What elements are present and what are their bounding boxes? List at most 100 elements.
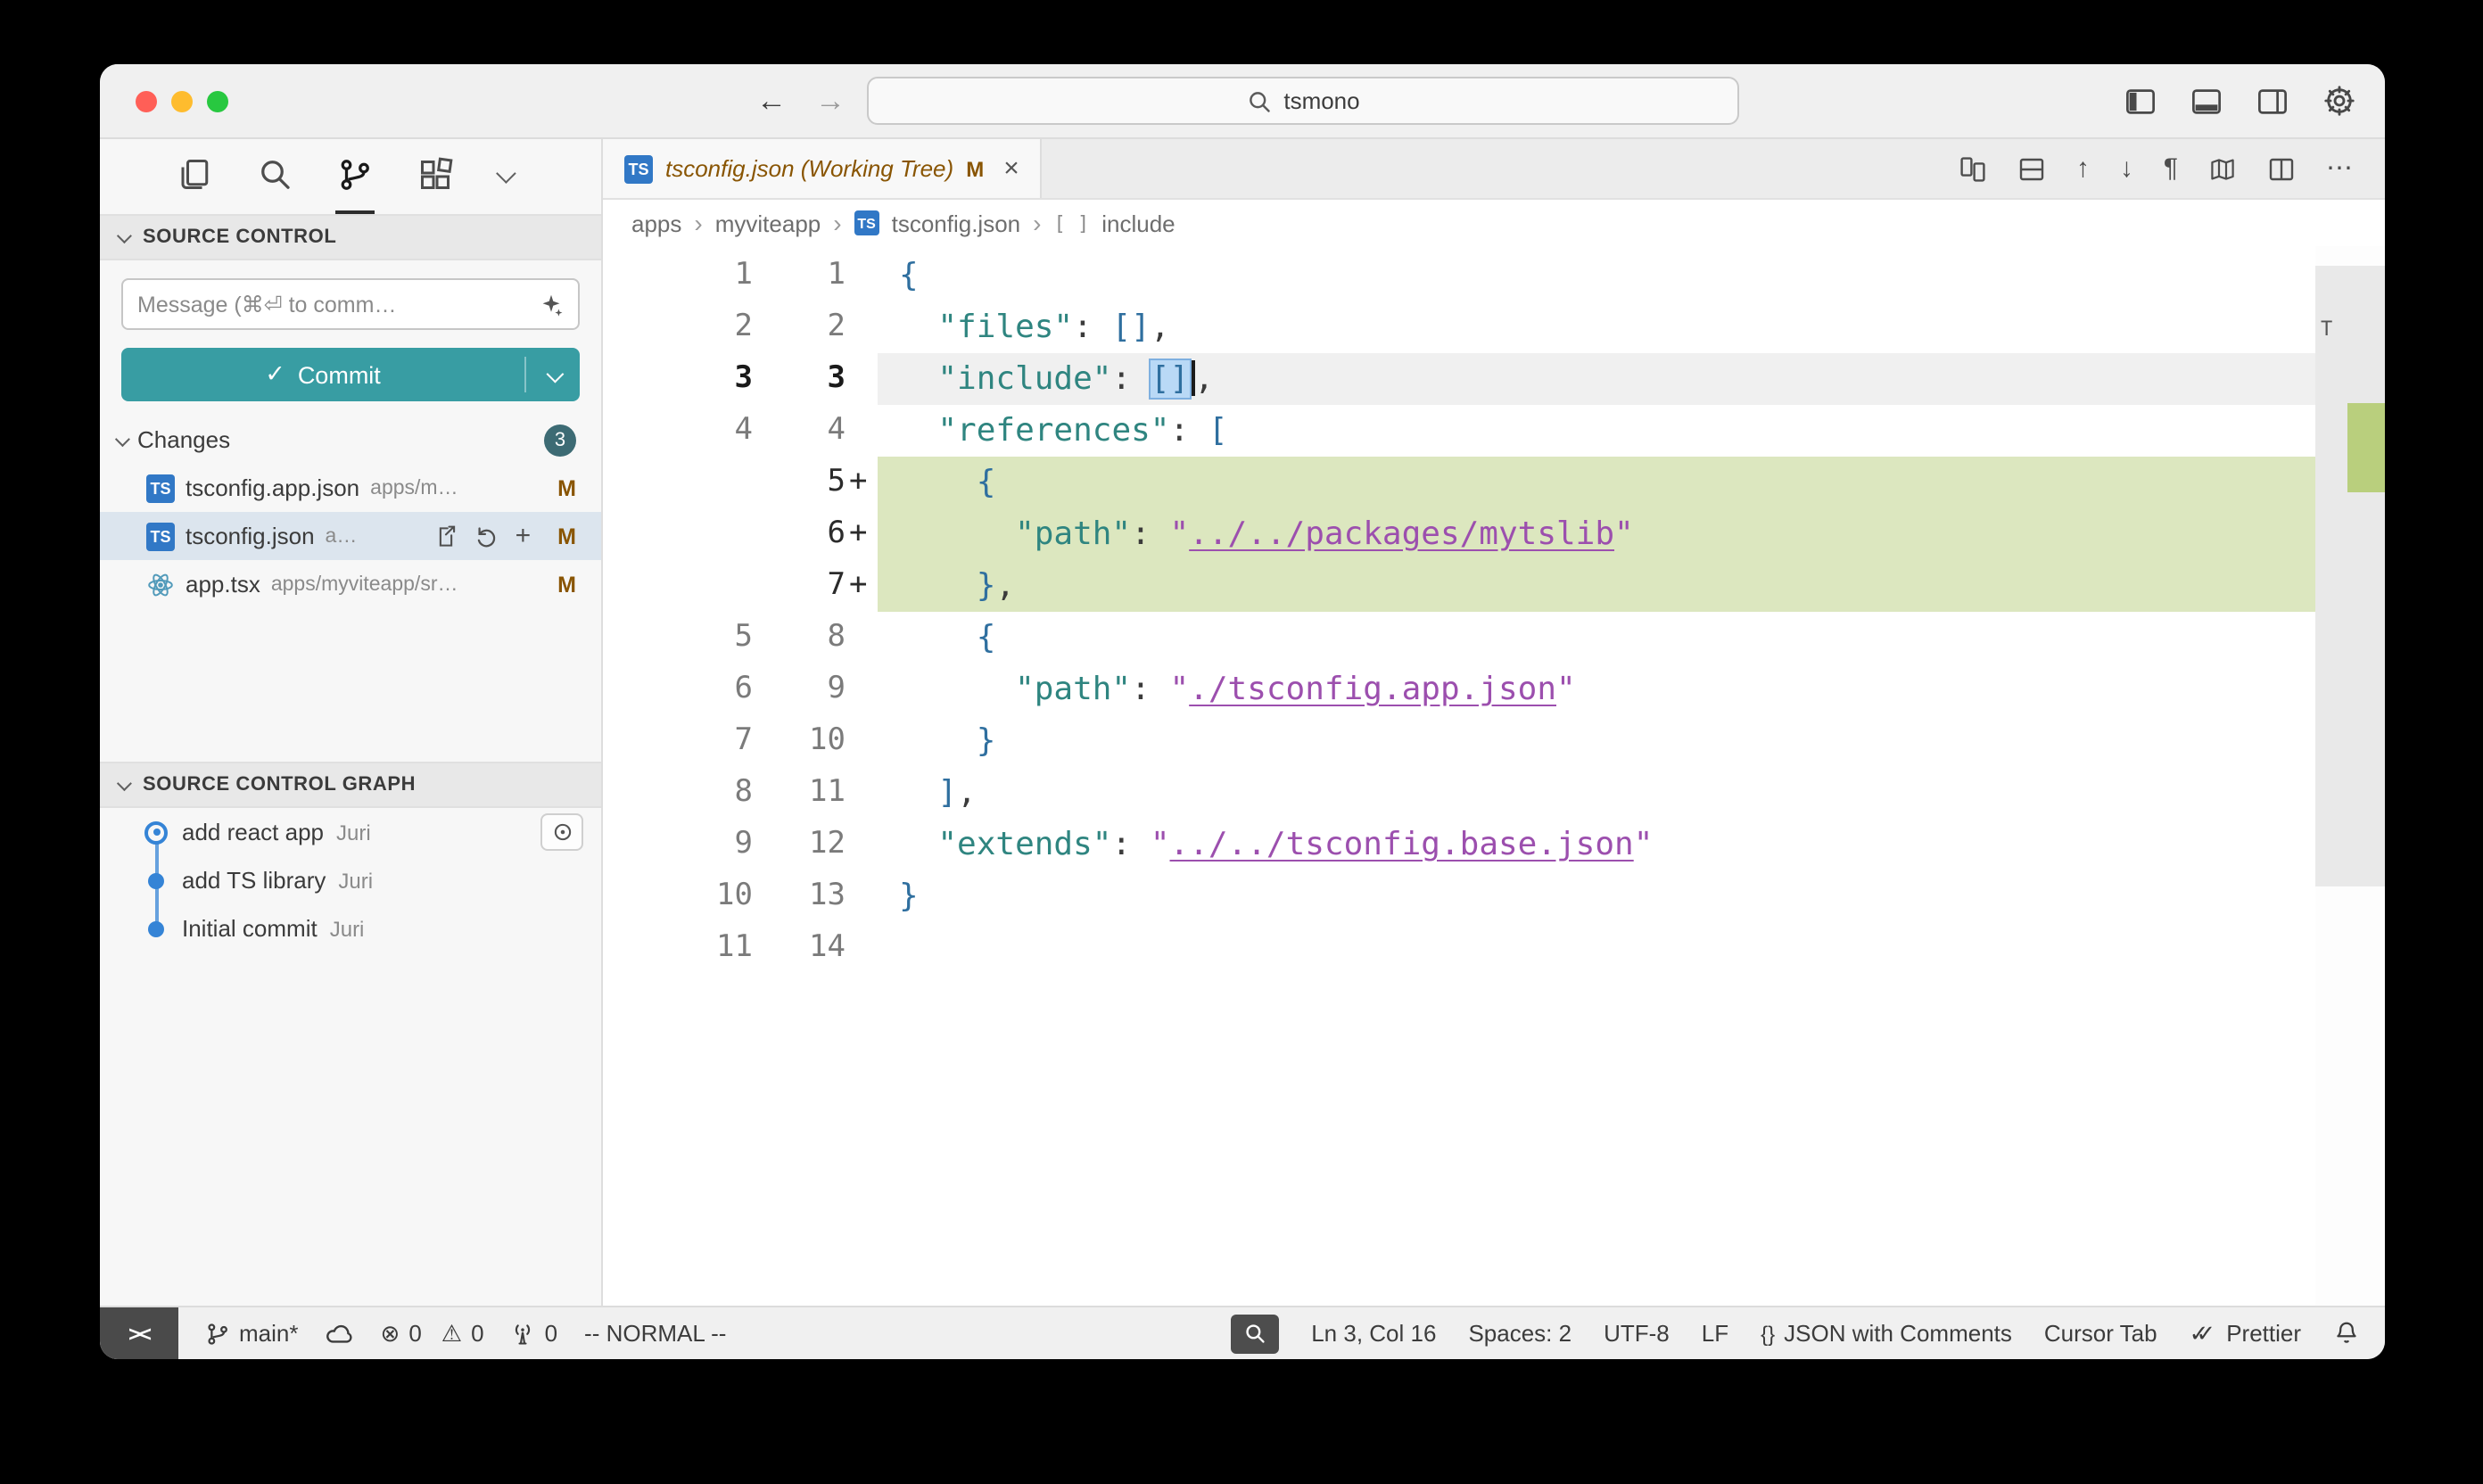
code-token — [1131, 826, 1151, 863]
code-token — [899, 826, 937, 863]
sparkle-icon[interactable] — [539, 292, 564, 317]
file-row-tsconfig-app[interactable]: TS tsconfig.app.json apps/m… M — [100, 464, 601, 512]
toggle-panel-icon[interactable] — [2190, 85, 2223, 117]
stage-file-icon[interactable]: + — [516, 523, 532, 549]
notifications-bell-icon[interactable] — [2333, 1320, 2360, 1347]
code-token — [899, 360, 937, 398]
commit-button[interactable]: ✓ Commit — [121, 348, 580, 401]
code-line[interactable]: 1114 — [603, 922, 2385, 974]
formatter-label: Prettier — [2226, 1320, 2301, 1347]
goto-ref-button[interactable] — [540, 813, 583, 851]
commit-row[interactable]: add react app Juri — [100, 808, 601, 856]
code-line[interactable]: 1013} — [603, 870, 2385, 922]
open-file-icon[interactable] — [433, 524, 458, 548]
eol-sequence[interactable]: LF — [1702, 1320, 1728, 1347]
ports-indicator[interactable]: 0 — [511, 1320, 557, 1347]
formatter-indicator[interactable]: ✓✓ Prettier — [2190, 1319, 2301, 1348]
commit-row[interactable]: Initial commit Juri — [100, 904, 601, 952]
code-token: : — [1073, 309, 1093, 346]
code-link[interactable]: ../../packages/mytslib — [1189, 515, 1614, 553]
remote-indicator[interactable]: >< — [100, 1307, 178, 1359]
vscode-window: ← → tsmono — [100, 64, 2385, 1359]
commit-message-placeholder: Message (⌘⏎ to comm… — [137, 291, 528, 317]
map-icon[interactable] — [2208, 154, 2237, 183]
more-actions-icon[interactable]: ⋯ — [2326, 155, 2353, 182]
minimap-slider[interactable] — [2315, 266, 2385, 886]
added-line-marker — [846, 250, 878, 301]
typescript-file-icon: TS — [146, 474, 175, 502]
extensions-icon[interactable] — [416, 139, 455, 214]
toggle-sidebar-icon[interactable] — [2124, 85, 2157, 117]
forward-icon[interactable]: → — [815, 83, 846, 119]
explorer-icon[interactable] — [175, 139, 214, 214]
code-line[interactable]: 7+ }, — [603, 560, 2385, 612]
close-window-button[interactable] — [136, 90, 157, 111]
back-icon[interactable]: ← — [756, 83, 787, 119]
code-line[interactable]: 5+ { — [603, 457, 2385, 508]
previous-change-icon[interactable]: ↑ — [2076, 155, 2090, 182]
split-editor-icon[interactable] — [2267, 154, 2296, 183]
tab-tsconfig-working-tree[interactable]: TS tsconfig.json (Working Tree) M × — [603, 139, 1043, 198]
breadcrumb-item[interactable]: apps — [631, 210, 681, 236]
changes-header[interactable]: Changes 3 — [100, 416, 601, 464]
activity-bar — [100, 139, 601, 214]
publish-cloud-icon[interactable] — [326, 1319, 354, 1348]
file-row-app-tsx[interactable]: app.tsx apps/myviteapp/sr… M — [100, 560, 601, 608]
code-editor[interactable]: 11{22 "files": [],33 "include": [],44 "r… — [603, 246, 2385, 1306]
source-control-header[interactable]: SOURCE CONTROL — [100, 214, 601, 260]
vim-mode-indicator[interactable]: -- NORMAL -- — [584, 1320, 726, 1347]
code-line[interactable]: 33 "include": [], — [603, 353, 2385, 405]
commit-dropdown-button[interactable] — [526, 348, 580, 401]
discard-changes-icon[interactable] — [474, 524, 499, 548]
cursor-position[interactable]: Ln 3, Col 16 — [1311, 1320, 1436, 1347]
branch-indicator[interactable]: main* — [205, 1320, 299, 1347]
next-change-icon[interactable]: ↓ — [2120, 155, 2133, 182]
code-link[interactable]: ./tsconfig.app.json — [1189, 671, 1556, 708]
inline-view-icon[interactable] — [2017, 154, 2046, 183]
encoding[interactable]: UTF-8 — [1604, 1320, 1670, 1347]
indentation[interactable]: Spaces: 2 — [1468, 1320, 1571, 1347]
added-line-marker — [846, 715, 878, 767]
file-row-tsconfig[interactable]: TS tsconfig.json a… + M — [100, 512, 601, 560]
code-line[interactable]: 912 "extends": "../../tsconfig.base.json… — [603, 819, 2385, 870]
code-line[interactable]: 58 { — [603, 612, 2385, 664]
breadcrumb-item[interactable]: include — [1101, 210, 1175, 236]
code-line[interactable]: 710 } — [603, 715, 2385, 767]
minimize-window-button[interactable] — [171, 90, 193, 111]
code-line[interactable]: 811 ], — [603, 767, 2385, 819]
open-changes-icon[interactable] — [1959, 154, 1987, 183]
scm-input-area: Message (⌘⏎ to comm… ✓ Commit — [100, 260, 601, 401]
problems-indicator[interactable]: ⊗ 0 ⚠ 0 — [381, 1319, 484, 1348]
code-line[interactable]: 69 "path": "./tsconfig.app.json" — [603, 664, 2385, 715]
commit-author: Juri — [338, 868, 373, 893]
code-token — [899, 671, 1015, 708]
breadcrumb-item[interactable]: myviteapp — [715, 210, 821, 236]
maximize-window-button[interactable] — [207, 90, 228, 111]
code-text: }, — [878, 560, 2385, 612]
breadcrumb-item[interactable]: tsconfig.json — [892, 210, 1021, 236]
chevron-down-icon[interactable] — [496, 139, 514, 214]
code-token — [1151, 671, 1170, 708]
commit-row[interactable]: add TS library Juri — [100, 856, 601, 904]
language-mode[interactable]: {} JSON with Comments — [1761, 1320, 2012, 1347]
close-tab-icon[interactable]: × — [1003, 153, 1019, 184]
zoom-indicator[interactable] — [1231, 1314, 1279, 1353]
minimap[interactable]: T — [2315, 246, 2385, 1306]
code-link[interactable]: ../../tsconfig.base.json — [1170, 826, 1634, 863]
command-center[interactable]: tsmono — [867, 77, 1739, 125]
render-whitespace-icon[interactable]: ¶ — [2164, 155, 2178, 182]
code-line[interactable]: 11{ — [603, 250, 2385, 301]
code-token — [1189, 412, 1209, 449]
code-line[interactable]: 22 "files": [], — [603, 301, 2385, 353]
search-icon — [1246, 88, 1271, 113]
toggle-secondary-sidebar-icon[interactable] — [2256, 85, 2289, 117]
settings-gear-icon[interactable] — [2322, 84, 2356, 118]
code-line[interactable]: 44 "references": [ — [603, 405, 2385, 457]
search-activity-icon[interactable] — [255, 139, 294, 214]
commit-message-input[interactable]: Message (⌘⏎ to comm… — [121, 278, 580, 330]
source-control-graph-header[interactable]: SOURCE CONTROL GRAPH — [100, 762, 601, 808]
source-control-icon[interactable] — [335, 139, 375, 214]
code-token — [1093, 309, 1112, 346]
cursor-tab-indicator[interactable]: Cursor Tab — [2044, 1320, 2157, 1347]
code-line[interactable]: 6+ "path": "../../packages/mytslib" — [603, 508, 2385, 560]
